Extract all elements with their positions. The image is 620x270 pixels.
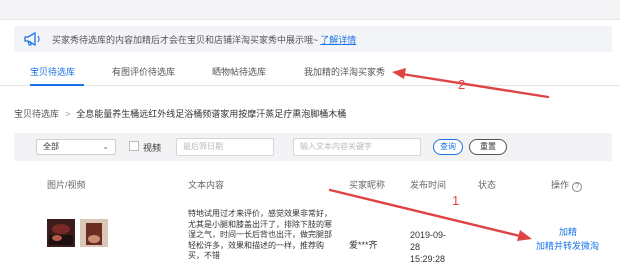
header-action-label: 操作 — [551, 180, 570, 190]
breadcrumb-current: 全息能量养生桶远红外线足浴桶频谱家用按摩汗蒸足疗熏泡脚桶木桶 — [76, 109, 347, 119]
thumbnail-image[interactable] — [47, 219, 75, 247]
top-strip — [0, 0, 620, 20]
annotation-label-1: 1 — [452, 193, 460, 208]
table-row: 特地试用过才来评价，感觉效果非常好，尤其是小腿和膝盖出汗了，排除下肢的寒湿之气，… — [0, 205, 620, 270]
review-text: 特地试用过才来评价，感觉效果非常好，尤其是小腿和膝盖出汗了，排除下肢的寒湿之气，… — [188, 209, 332, 261]
notice-link[interactable]: 了解详情 — [320, 33, 356, 46]
video-checkbox[interactable] — [129, 141, 139, 151]
tab-my-featured-shows[interactable]: 我加精的洋淘买家秀 — [304, 62, 385, 86]
header-status: 状态 — [478, 180, 497, 190]
header-action: 操作? — [551, 178, 583, 192]
tab-showoff-post-pool[interactable]: 晒物帖待选库 — [212, 62, 266, 86]
tab-image-review-pool[interactable]: 有图评价待选库 — [112, 62, 175, 86]
tab-treasure-pool[interactable]: 宝贝待选库 — [30, 62, 84, 86]
breadcrumb-separator: > — [65, 109, 71, 119]
megaphone-icon — [24, 31, 40, 47]
type-select[interactable]: 全部 ⌄ — [36, 139, 116, 155]
video-checkbox-label: 视频 — [143, 143, 162, 153]
type-select-value: 全部 — [43, 142, 59, 151]
header-content: 文本内容 — [188, 180, 225, 190]
notice-bar: 买家秀待选库的内容加精后才会在宝贝和店铺洋淘买家秀中展示哦~ 了解详情 — [14, 26, 612, 52]
publish-time: 2019-09-28 15:29:28 — [410, 230, 447, 264]
filter-bar: 全部 ⌄ 视频 最后筛日期 输入文本内容关键字 查询 重置 — [14, 133, 612, 161]
buyer-nickname: 爱***齐 — [349, 240, 378, 250]
breadcrumb: 宝贝待选库 > 全息能量养生桶远红外线足浴桶频谱家用按摩汗蒸足疗熏泡脚桶木桶 — [14, 107, 346, 120]
table-header: 图片/视频 文本内容 买家昵称 发布时间 状态 操作? — [0, 178, 620, 196]
feature-button[interactable]: 加精 — [559, 225, 577, 238]
feature-and-forward-button[interactable]: 加精并转发微淘 — [536, 239, 599, 252]
header-time: 发布时间 — [410, 180, 447, 190]
date-input[interactable]: 最后筛日期 — [176, 138, 274, 156]
reset-button[interactable]: 重置 — [469, 139, 507, 155]
help-icon[interactable]: ? — [572, 182, 583, 192]
thumbnail-image[interactable] — [80, 219, 108, 247]
keyword-input[interactable]: 输入文本内容关键字 — [293, 138, 421, 156]
query-button[interactable]: 查询 — [433, 139, 463, 155]
tab-bar: 宝贝待选库 有图评价待选库 晒物帖待选库 我加精的洋淘买家秀 — [0, 62, 620, 86]
chevron-down-icon: ⌄ — [102, 142, 109, 151]
header-nickname: 买家昵称 — [349, 180, 386, 190]
annotation-label-2: 2 — [458, 77, 466, 92]
header-media: 图片/视频 — [47, 180, 86, 190]
notice-text: 买家秀待选库的内容加精后才会在宝贝和店铺洋淘买家秀中展示哦~ — [52, 34, 319, 45]
breadcrumb-root[interactable]: 宝贝待选库 — [14, 109, 59, 119]
